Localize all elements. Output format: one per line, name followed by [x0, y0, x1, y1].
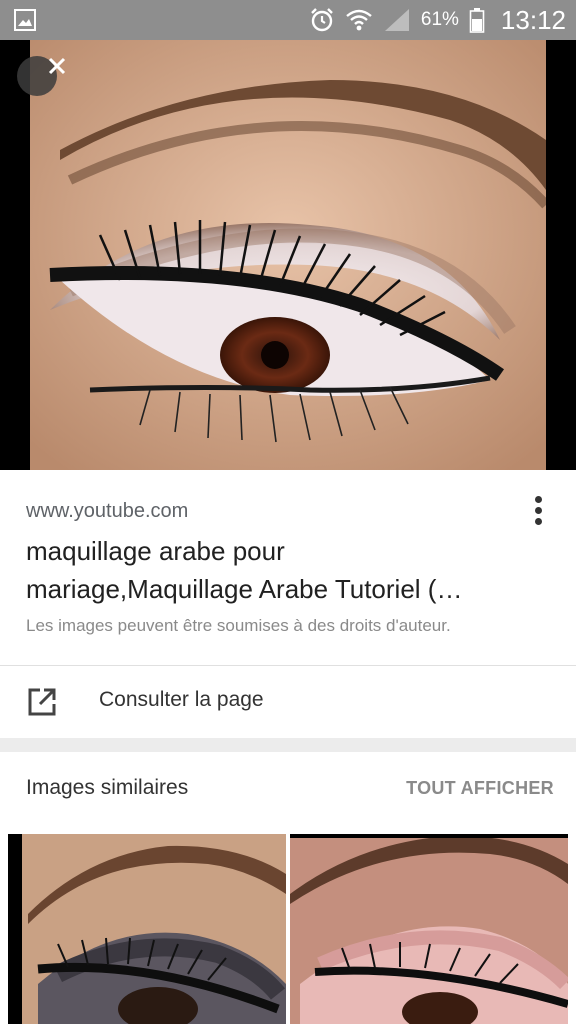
status-bar: 61% 13:12 [0, 0, 576, 40]
close-icon [48, 57, 66, 75]
source-url[interactable]: www.youtube.com [26, 500, 188, 523]
similar-images-title: Images similaires [26, 776, 189, 799]
battery-icon [469, 7, 485, 33]
clock: 13:12 [500, 4, 566, 35]
open-external-icon [26, 686, 58, 718]
gallery-icon [14, 9, 36, 31]
copyright-notice: Les images peuvent être soumises à des d… [26, 616, 451, 635]
main-image[interactable] [0, 40, 576, 470]
similar-image-thumbnail[interactable] [8, 834, 286, 1024]
see-all-button[interactable]: TOUT AFFICHER [406, 778, 554, 799]
close-button[interactable] [17, 56, 66, 96]
visit-page-button[interactable]: Consulter la page [0, 666, 576, 738]
result-info-card: www.youtube.com maquillage arabe pour ma… [0, 470, 576, 738]
eye-makeup-image [30, 40, 546, 470]
visit-page-label: Consulter la page [99, 688, 264, 711]
similar-images-section: Images similaires TOUT AFFICHER [0, 752, 576, 1024]
more-vert-icon[interactable] [528, 496, 548, 532]
signal-icon [383, 7, 411, 33]
battery-percent: 61% [420, 9, 459, 30]
alarm-icon [309, 7, 335, 33]
result-title[interactable]: maquillage arabe pour mariage,Maquillage… [26, 532, 516, 608]
section-gap [0, 738, 576, 752]
wifi-icon [345, 7, 373, 33]
similar-image-thumbnail[interactable] [290, 834, 568, 1024]
